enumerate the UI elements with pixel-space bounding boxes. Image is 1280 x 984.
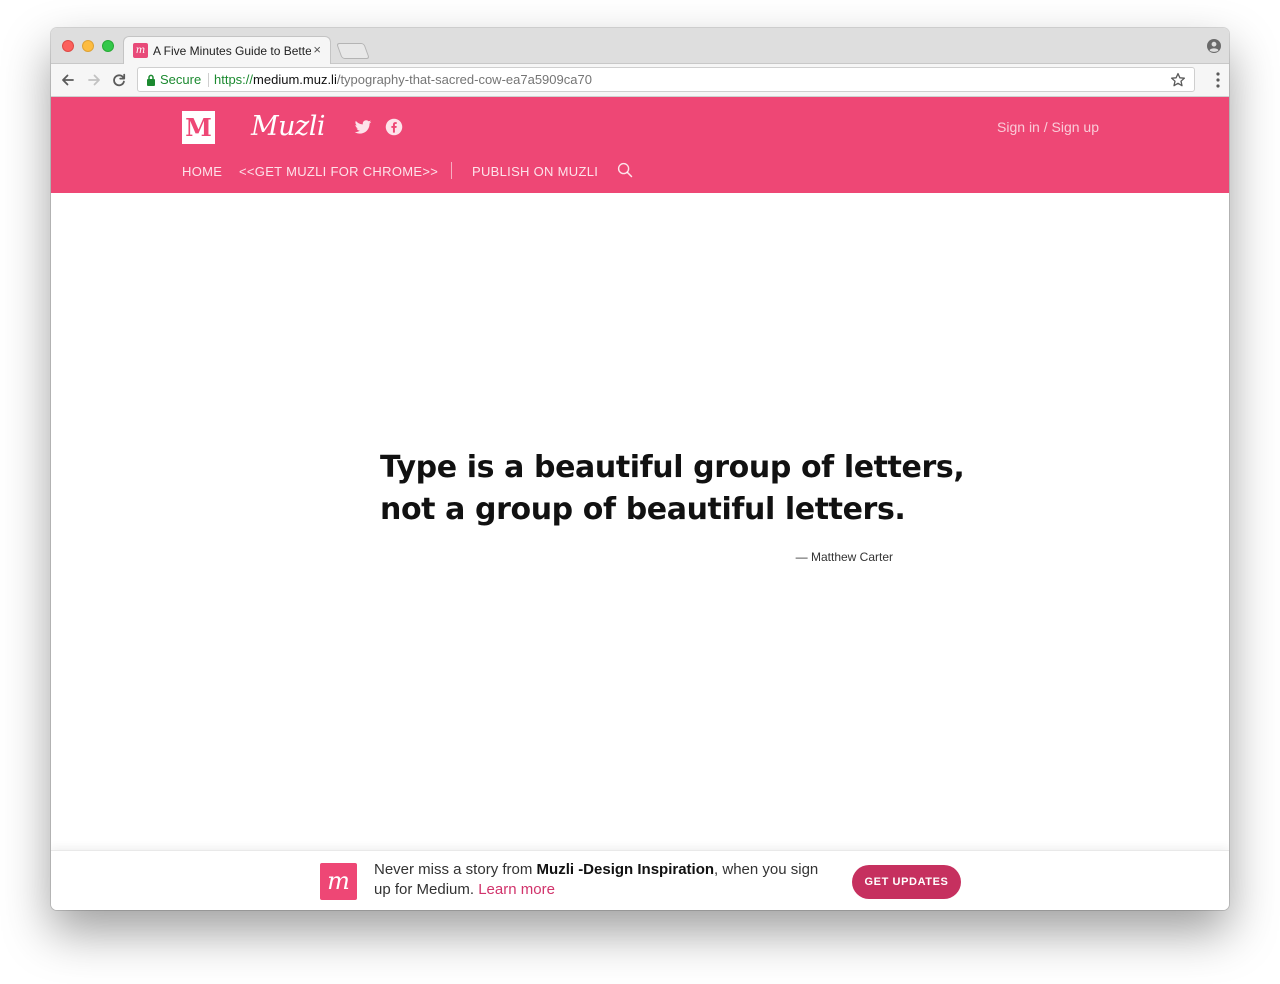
publication-name: Muzli -Design Inspiration	[536, 861, 715, 878]
browser-toolbar: Secure https://medium.muz.li/typography-…	[51, 64, 1229, 97]
facebook-icon[interactable]	[385, 118, 403, 136]
star-icon[interactable]	[1170, 72, 1186, 88]
browser-window: m A Five Minutes Guide to Better × Secur…	[51, 28, 1229, 910]
menu-dots-icon[interactable]	[1216, 72, 1220, 88]
pull-quote: Type is a beautiful group of letters, no…	[380, 447, 980, 531]
quote-line: Type is a beautiful group of letters,	[380, 450, 965, 485]
tab-close-icon[interactable]: ×	[313, 42, 321, 58]
tab-strip: m A Five Minutes Guide to Better ×	[51, 28, 1229, 64]
muzli-wordmark[interactable]: Muzli	[251, 109, 326, 145]
reload-icon[interactable]	[109, 70, 129, 90]
twitter-icon[interactable]	[354, 118, 372, 136]
address-bar[interactable]: Secure https://medium.muz.li/typography-…	[137, 67, 1195, 92]
close-window-button[interactable]	[62, 40, 74, 52]
nav-divider	[451, 162, 452, 179]
learn-more-link[interactable]: Learn more	[478, 881, 555, 898]
nav-publish[interactable]: PUBLISH ON MUZLI	[472, 163, 598, 181]
muzli-logo-icon: m	[320, 863, 357, 900]
tab-title: A Five Minutes Guide to Better	[153, 44, 311, 58]
banner-message: Never miss a story from Muzli -Design In…	[374, 860, 824, 900]
muzli-favicon-icon: m	[133, 43, 148, 58]
url-path: /typography-that-sacred-cow-ea7a5909ca70	[336, 72, 592, 87]
search-icon[interactable]	[617, 162, 633, 178]
site-header: M Muzli Sign in / Sign up HOME <<GET MUZ…	[51, 97, 1229, 193]
signin-link[interactable]: Sign in / Sign up	[997, 118, 1099, 136]
url-scheme: https://	[214, 72, 254, 87]
minimize-window-button[interactable]	[82, 40, 94, 52]
url-text[interactable]: https://medium.muz.li/typography-that-sa…	[214, 71, 592, 89]
nav-get-muzli[interactable]: <<GET MUZLI FOR CHROME>>	[239, 163, 438, 181]
quote-attribution: — Matthew Carter	[795, 550, 893, 564]
screen: m A Five Minutes Guide to Better × Secur…	[0, 0, 1280, 984]
signup-banner: m Never miss a story from Muzli -Design …	[51, 850, 1229, 910]
zoom-window-button[interactable]	[102, 40, 114, 52]
get-updates-button[interactable]: GET UPDATES	[852, 865, 961, 899]
address-divider	[208, 73, 209, 87]
medium-logo[interactable]: M	[182, 111, 215, 144]
lock-icon	[147, 74, 155, 86]
new-tab-button[interactable]	[336, 43, 370, 59]
profile-icon[interactable]	[1207, 39, 1221, 53]
banner-text-before: Never miss a story from	[374, 861, 537, 878]
quote-line: not a group of beautiful letters.	[380, 492, 906, 527]
forward-arrow-icon[interactable]	[84, 70, 104, 90]
url-host: medium.muz.li	[253, 72, 337, 87]
browser-tab[interactable]: m A Five Minutes Guide to Better ×	[123, 36, 331, 64]
back-arrow-icon[interactable]	[58, 70, 78, 90]
nav-home[interactable]: HOME	[182, 163, 222, 181]
secure-label: Secure	[160, 72, 202, 87]
